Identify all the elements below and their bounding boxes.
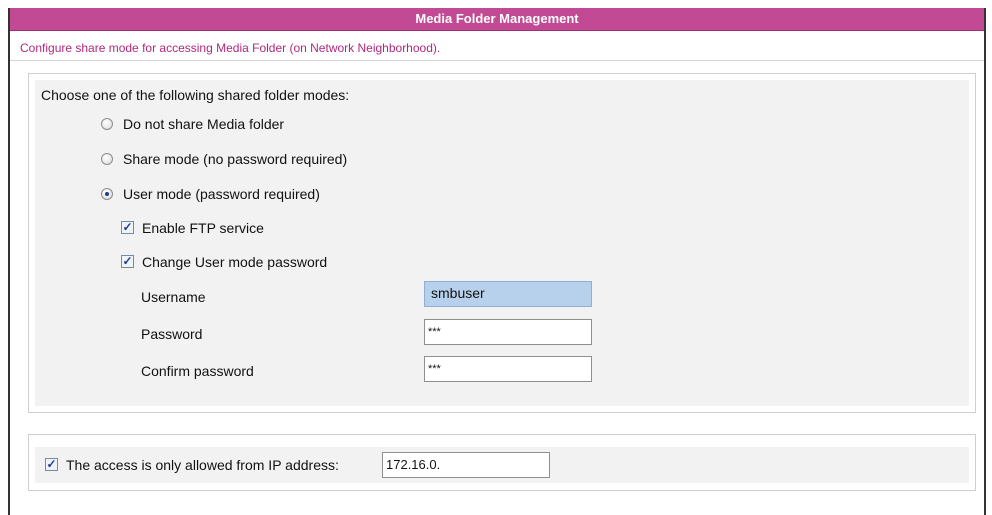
username-field[interactable]: smbuser (424, 281, 592, 307)
checkmark-icon: ✓ (122, 254, 133, 268)
radio-do-not-share[interactable] (101, 118, 113, 130)
radio-share-mode-label[interactable]: Share mode (no password required) (123, 150, 347, 168)
ip-restriction-checkbox[interactable]: ✓ (45, 458, 58, 471)
ip-restriction-label[interactable]: The access is only allowed from IP addre… (66, 456, 339, 474)
checkmark-icon: ✓ (46, 457, 57, 471)
password-label: Password (141, 326, 203, 342)
radio-share-mode[interactable] (101, 153, 113, 165)
confirm-password-label: Confirm password (141, 363, 254, 379)
radio-user-mode[interactable] (101, 188, 113, 200)
enable-ftp-checkbox[interactable]: ✓ (121, 221, 134, 234)
share-mode-prompt: Choose one of the following shared folde… (41, 87, 350, 103)
panel-description: Configure share mode for accessing Media… (20, 41, 441, 55)
password-field[interactable]: *** (424, 319, 592, 345)
enable-ftp-label[interactable]: Enable FTP service (142, 219, 264, 237)
checkmark-icon: ✓ (122, 220, 133, 234)
radio-user-mode-label[interactable]: User mode (password required) (123, 185, 320, 203)
ip-address-field[interactable]: 172.16.0. (382, 452, 550, 478)
panel-title: Media Folder Management (10, 8, 984, 31)
confirm-password-field[interactable]: *** (424, 356, 592, 382)
share-mode-section: Choose one of the following shared folde… (28, 73, 976, 413)
change-password-label[interactable]: Change User mode password (142, 253, 327, 271)
media-folder-panel: Media Folder Management Configure share … (8, 8, 986, 515)
radio-do-not-share-label[interactable]: Do not share Media folder (123, 115, 284, 133)
ip-restriction-inner: ✓ The access is only allowed from IP add… (35, 447, 969, 483)
username-label: Username (141, 289, 206, 305)
change-password-checkbox[interactable]: ✓ (121, 255, 134, 268)
ip-restriction-section: ✓ The access is only allowed from IP add… (28, 434, 976, 491)
divider (10, 60, 984, 61)
share-mode-inner: Choose one of the following shared folde… (35, 80, 969, 406)
